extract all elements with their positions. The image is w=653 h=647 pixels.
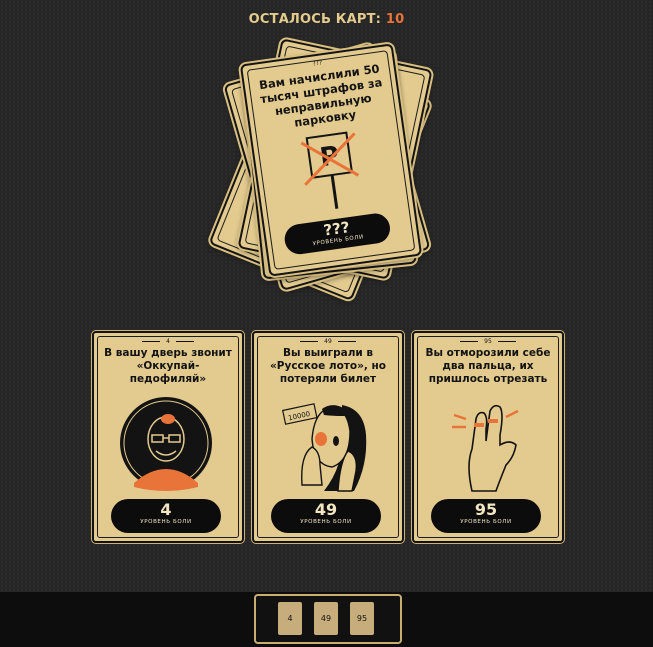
card-badge: 49 — [254, 338, 402, 345]
card-deck: ??? Вам начислили 50 тысяч штрафов за не… — [0, 0, 653, 302]
pain-level-pill: 4 УРОВЕНЬ БОЛИ — [111, 499, 221, 533]
deck-top-card[interactable]: ??? Вам начислили 50 тысяч штрафов за не… — [239, 43, 423, 277]
slot-2[interactable]: 49 — [314, 602, 338, 635]
bald-man-glasses-icon — [120, 397, 212, 491]
card-badge: ??? — [312, 59, 323, 68]
card-badge: 4 — [94, 338, 242, 345]
pain-value: 4 — [160, 500, 172, 519]
pain-value: 49 — [314, 500, 338, 519]
card-title: Вы выиграли в «Русское лото», но потерял… — [270, 347, 386, 385]
slot-1[interactable]: 4 — [278, 602, 302, 635]
choice-card-3[interactable]: 95 Вы отморозили себе два пальца, их при… — [412, 331, 564, 543]
pain-label: УРОВЕНЬ БОЛИ — [460, 519, 512, 525]
slot-3[interactable]: 95 — [350, 602, 374, 635]
pain-level-pill: 49 УРОВЕНЬ БОЛИ — [271, 499, 381, 533]
no-parking-icon: P — [300, 131, 360, 209]
pain-label: УРОВЕНЬ БОЛИ — [300, 519, 352, 525]
pain-level-pill: 95 УРОВЕНЬ БОЛИ — [431, 499, 541, 533]
hand-two-fingers-icon — [452, 404, 519, 492]
shocked-woman-icon: 10000 — [281, 403, 367, 492]
choice-card-1[interactable]: 4 В вашу дверь звонит «Оккупай-педофиляй… — [92, 331, 244, 543]
pain-label: УРОВЕНЬ БОЛИ — [140, 519, 192, 525]
choice-card-2[interactable]: 49 Вы выиграли в «Русское лото», но поте… — [252, 331, 404, 543]
pain-value: 95 — [474, 500, 498, 519]
card-title: В вашу дверь звонит «Оккупай-педофиляй» — [104, 347, 232, 385]
card-title: Вы отморозили себе два пальца, их пришло… — [425, 347, 551, 385]
answer-slots: 4 49 95 — [254, 594, 402, 644]
card-badge: 95 — [414, 338, 562, 345]
